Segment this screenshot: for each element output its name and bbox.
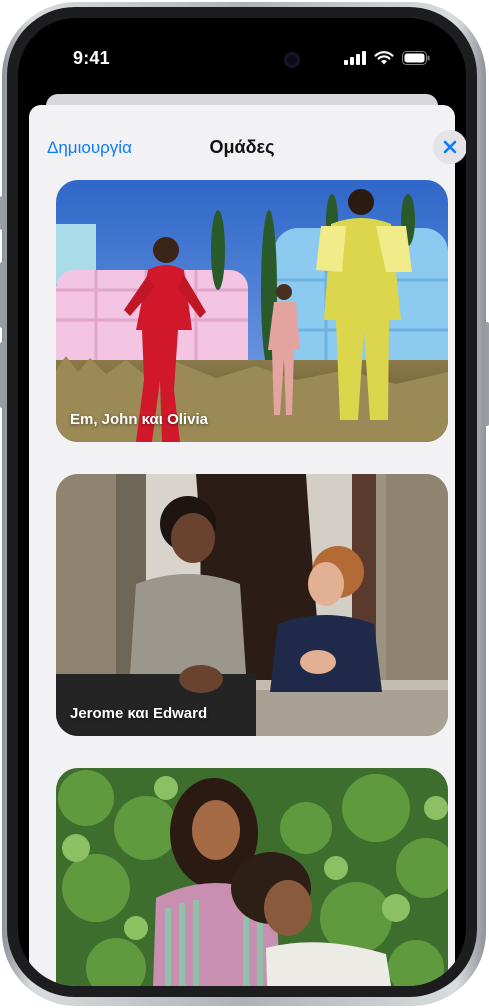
group-card-label: Em, John και Olivia	[70, 411, 208, 428]
volume-up-button	[0, 262, 4, 328]
status-time: 9:41	[73, 48, 110, 68]
side-button	[485, 322, 489, 426]
close-icon	[443, 140, 457, 154]
volume-down-button	[0, 342, 4, 408]
status-icons	[344, 51, 430, 65]
sheet-title: Ομάδες	[209, 137, 275, 157]
screen: 9:41 Δημιουργία Ομάδες Em, John και Oliv…	[18, 18, 466, 986]
group-card[interactable]: Em, John και Olivia	[56, 180, 448, 442]
camera-icon	[284, 52, 300, 68]
group-card[interactable]: Jerome και Edward	[56, 474, 448, 736]
group-photo	[56, 180, 448, 442]
group-card-label: Jerome και Edward	[70, 705, 208, 722]
cellular-signal-icon	[344, 51, 366, 65]
action-button	[0, 196, 4, 230]
battery-icon	[402, 51, 430, 65]
wifi-icon	[374, 51, 394, 65]
close-button[interactable]	[433, 130, 466, 164]
groups-sheet: Δημιουργία Ομάδες Em, John και Olivia Je…	[29, 105, 466, 986]
dynamic-island	[178, 44, 296, 76]
phone-bezel: 9:41 Δημιουργία Ομάδες Em, John και Oliv…	[7, 7, 477, 997]
group-photo	[56, 768, 448, 986]
group-card[interactable]	[56, 768, 448, 986]
group-photo	[56, 474, 448, 736]
